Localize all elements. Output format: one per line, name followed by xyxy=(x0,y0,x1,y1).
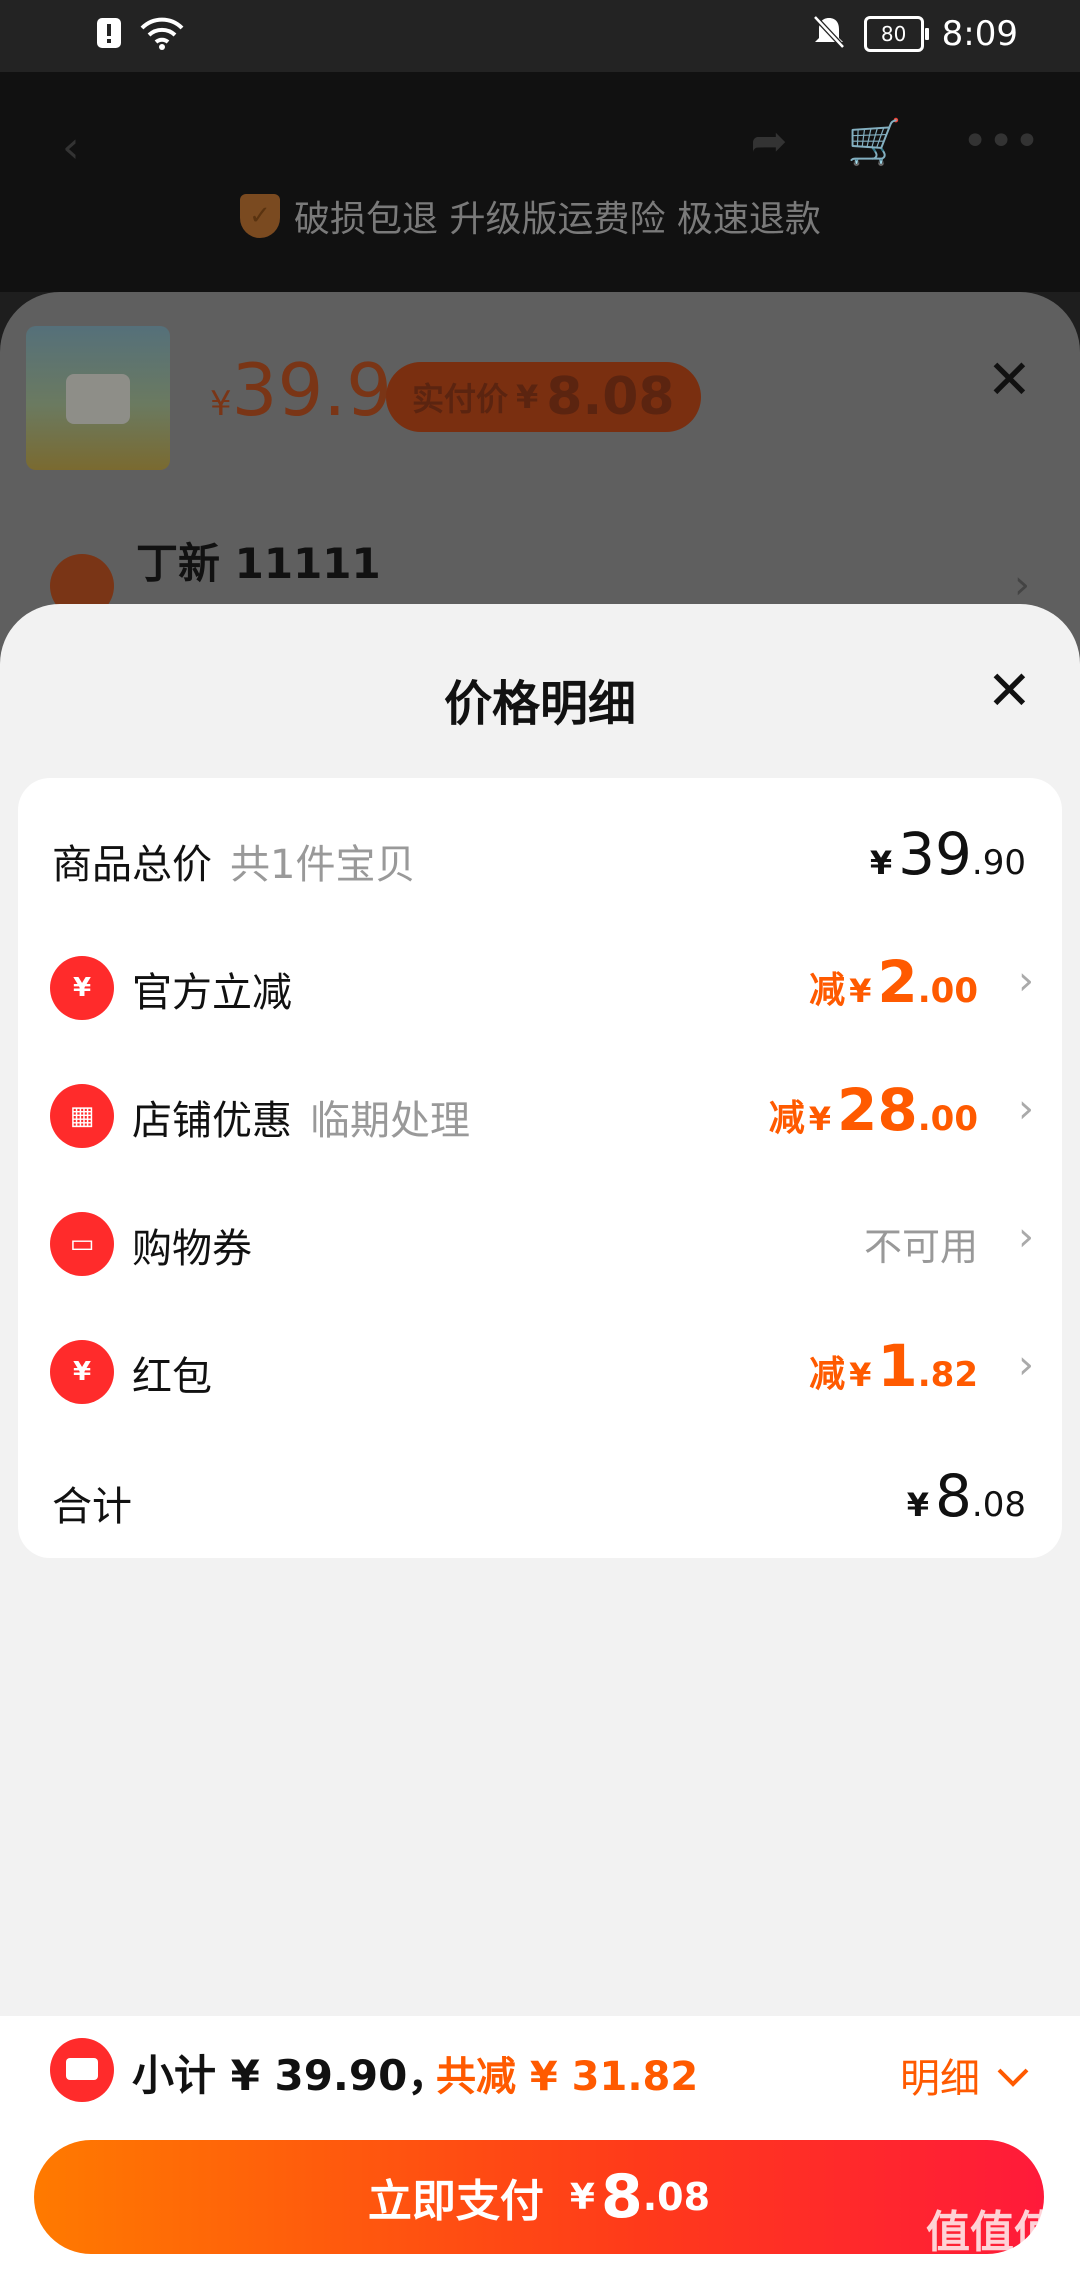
row-label: 官方立减 xyxy=(132,970,292,1016)
actual-pay-badge: 实付价 ¥ 8.08 xyxy=(386,362,701,432)
row-total: 合计 ¥8.08 xyxy=(18,1438,1062,1566)
row-goods-total: 商品总价 共1件宝贝 ¥39.90 xyxy=(18,796,1062,924)
checkout-bar: 小计 ¥ 39.90， 共减 ¥ 31.82 明细 立即支付 ¥ 8 .08 xyxy=(0,2016,1080,2280)
row-amount: ¥8.08 xyxy=(906,1462,1026,1530)
row-red-packet[interactable]: ¥ 红包 减 ¥1.82 › xyxy=(18,1308,1062,1436)
actual-pay-label: 实付价 xyxy=(412,380,509,418)
battery-icon: 80 xyxy=(863,16,929,52)
row-label: 红包 xyxy=(132,1354,212,1400)
actual-pay-amount: 8.08 xyxy=(546,367,675,427)
row-sublabel: 共1件宝贝 xyxy=(230,842,416,888)
chevron-right-icon: › xyxy=(1018,1086,1034,1132)
back-icon[interactable]: ‹ xyxy=(62,122,80,173)
row-label: 购物券 xyxy=(132,1226,252,1272)
cart-icon[interactable]: 🛒 xyxy=(847,116,902,168)
detail-label: 明细 xyxy=(900,2056,980,2102)
chevron-right-icon[interactable]: › xyxy=(1014,562,1030,608)
discount-total-text: 共减 ¥ 31.82 xyxy=(436,2054,699,2100)
status-bar: 80 8:09 xyxy=(0,0,1080,72)
share-icon[interactable]: ➦ xyxy=(750,116,787,168)
pay-now-label: 立即支付 xyxy=(367,2176,544,2227)
close-icon[interactable]: ✕ xyxy=(987,348,1032,411)
product-price: ¥39.9 xyxy=(210,348,392,432)
address-name[interactable]: 丁新 11111 xyxy=(136,530,381,591)
pay-amount-int: 8 xyxy=(600,2162,643,2232)
product-thumbnail xyxy=(26,326,170,470)
row-shopping-voucher[interactable]: ▭ 购物券 不可用 › xyxy=(18,1180,1062,1308)
row-label: 店铺优惠 临期处理 xyxy=(132,1098,470,1144)
row-label: 合计 xyxy=(52,1484,132,1530)
red-packet-icon: ¥ xyxy=(50,1340,114,1404)
subtotal-text: 小计 ¥ 39.90， xyxy=(132,2051,450,2100)
row-label: 商品总价 共1件宝贝 xyxy=(52,842,416,888)
chevron-right-icon: › xyxy=(1018,958,1034,1004)
sheet-title: 价格明细 xyxy=(443,676,636,732)
pay-currency: ¥ xyxy=(569,2176,595,2218)
row-amount: ¥39.90 xyxy=(869,820,1026,888)
actual-pay-currency: ¥ xyxy=(516,378,539,416)
row-value: 不可用 xyxy=(863,1225,978,1269)
watermark-site: zhizhizhi.com xyxy=(936,2260,1058,2279)
status-left xyxy=(96,16,184,54)
shield-icon: ✓ xyxy=(240,194,280,238)
row-amount: 减 ¥2.00 xyxy=(809,948,978,1016)
clock: 8:09 xyxy=(941,14,1018,54)
pay-now-button[interactable]: 立即支付 ¥ 8 .08 xyxy=(34,2140,1044,2254)
product-page-toolbar: ➦ 🛒 ••• xyxy=(750,116,1040,168)
row-amount: 减 ¥1.82 xyxy=(809,1332,978,1400)
chevron-right-icon: › xyxy=(1018,1342,1034,1388)
yen-coin-icon: ¥ xyxy=(50,956,114,1020)
pay-amount-dec: .08 xyxy=(642,2175,711,2219)
shop-icon: ▦ xyxy=(50,1084,114,1148)
price-detail-card: 商品总价 共1件宝贝 ¥39.90 ¥ 官方立减 减 ¥2.00 › ▦ 店铺优惠临… xyxy=(18,778,1062,1558)
status-right: 80 8:09 xyxy=(812,14,1018,54)
wifi-icon xyxy=(140,16,184,54)
alert-icon xyxy=(96,17,122,53)
row-sublabel: 临期处理 xyxy=(310,1098,470,1144)
price-currency: ¥ xyxy=(210,384,232,424)
price-value: 39.9 xyxy=(231,348,392,432)
chevron-down-icon xyxy=(996,2052,1030,2098)
close-icon[interactable]: ✕ xyxy=(987,664,1032,718)
watermark-text: 值值值 xyxy=(926,2207,1058,2258)
guarantee-text: 破损包退 升级版运费险 极速退款 xyxy=(294,199,821,240)
detail-toggle[interactable]: 明细 xyxy=(900,2046,1030,2104)
product-page-background: ‹ ➦ 🛒 ••• ✓ 破损包退 升级版运费险 极速退款 xyxy=(0,72,1080,292)
more-icon[interactable]: ••• xyxy=(962,116,1040,168)
ticket-icon: ▭ xyxy=(50,1212,114,1276)
row-shop-discount[interactable]: ▦ 店铺优惠 临期处理 减 ¥28.00 › xyxy=(18,1052,1062,1180)
bell-muted-icon xyxy=(812,14,846,54)
row-amount: 减 ¥28.00 xyxy=(768,1076,978,1144)
ticket-icon xyxy=(50,2038,114,2102)
row-official-discount[interactable]: ¥ 官方立减 减 ¥2.00 › xyxy=(18,924,1062,1052)
watermark: 值值值 zhizhizhi.com xyxy=(926,2196,1058,2279)
guarantee-banner: ✓ 破损包退 升级版运费险 极速退款 xyxy=(240,190,821,242)
chevron-right-icon: › xyxy=(1018,1214,1034,1260)
